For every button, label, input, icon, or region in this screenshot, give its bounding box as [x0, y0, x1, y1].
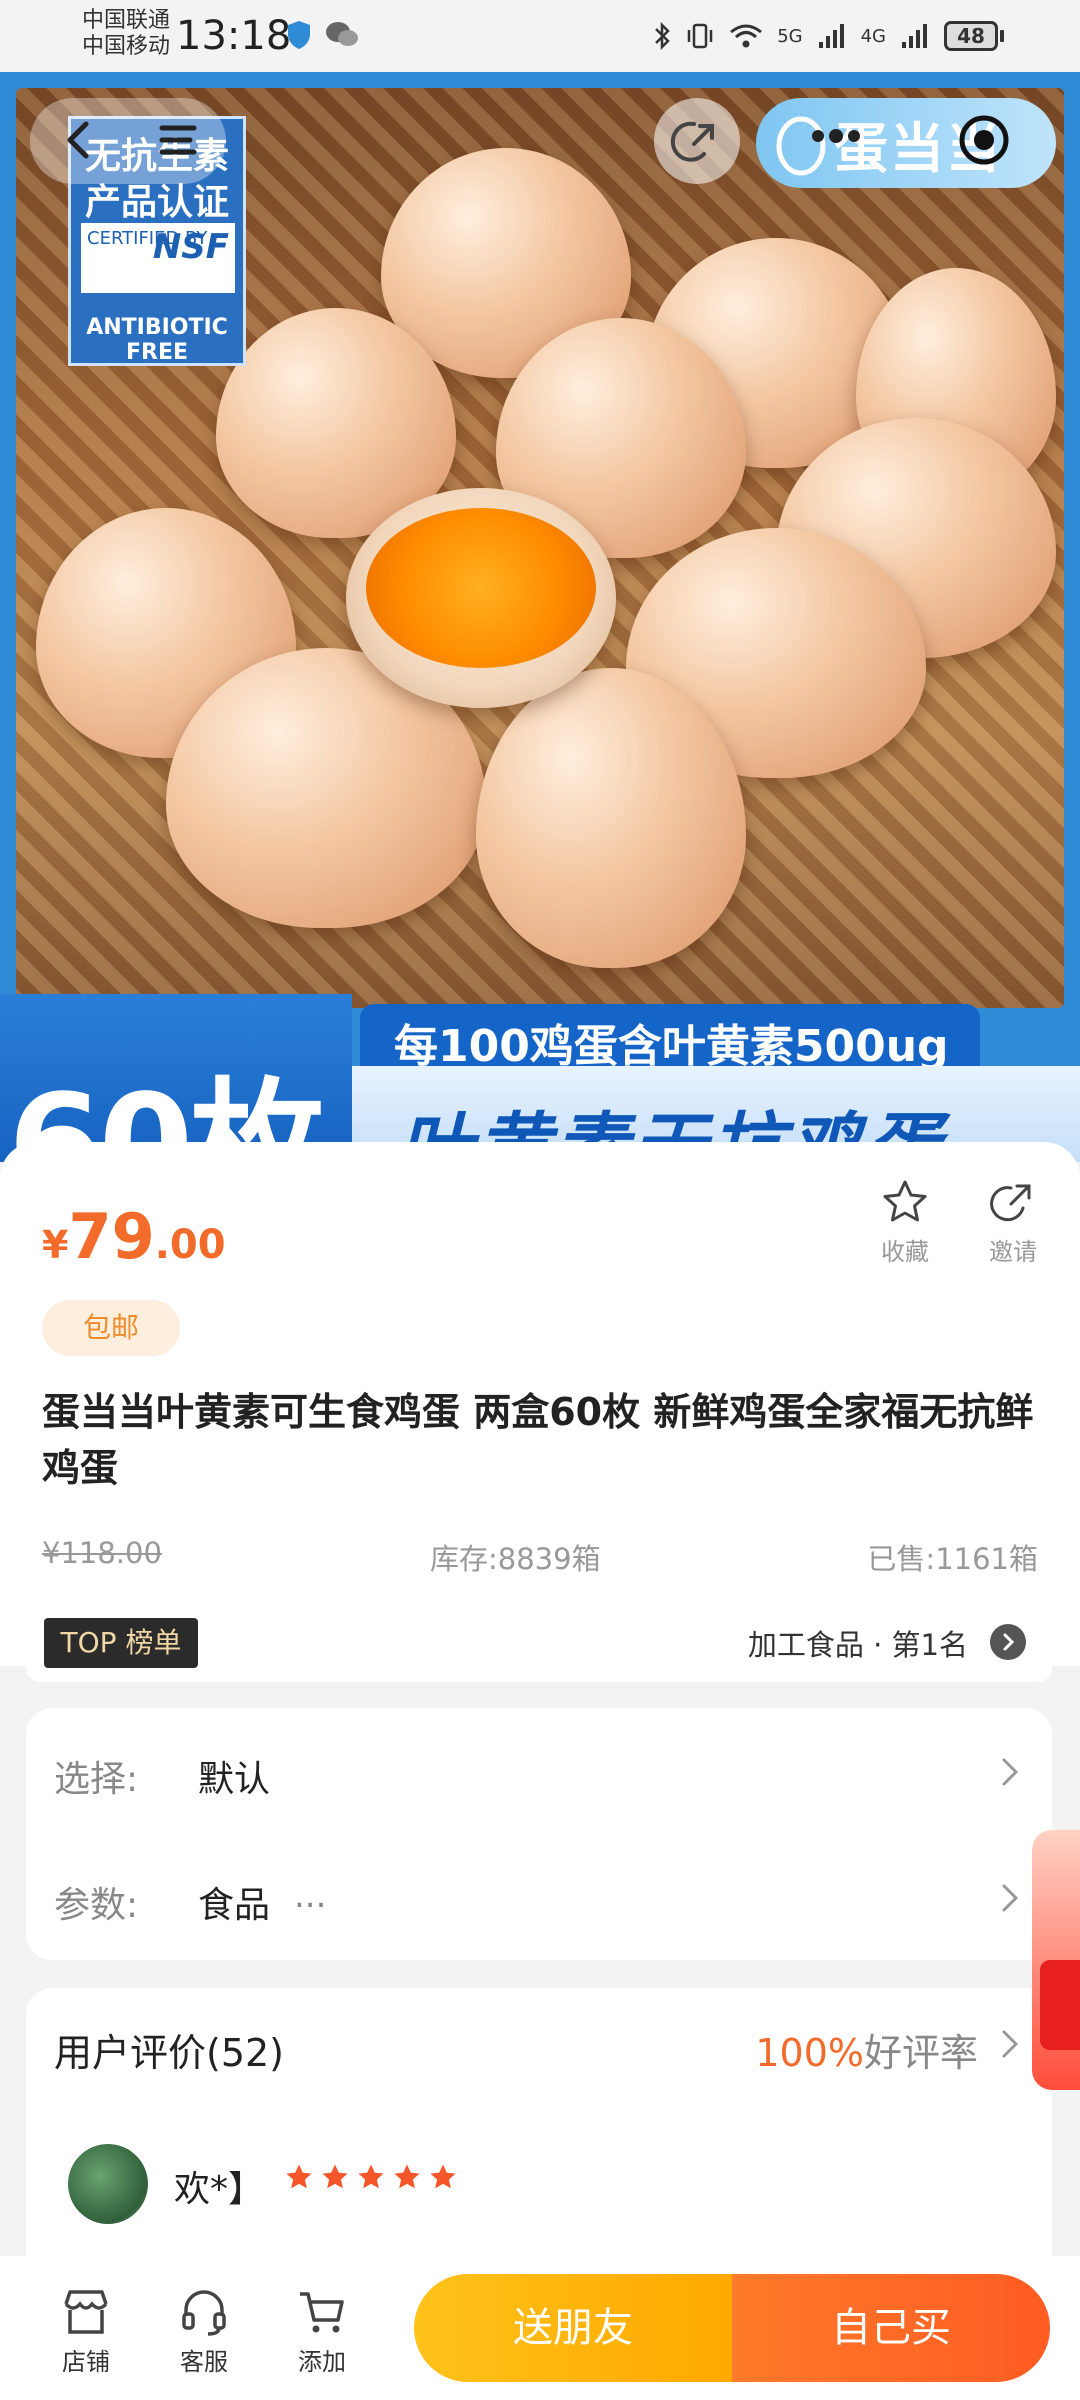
product-detail-page: 中国联通 中国移动 13:18 5G 4G 48 无抗生素 产品认证 CERTI…: [0, 0, 1080, 2400]
add-to-cart-button[interactable]: 添加: [272, 2286, 372, 2377]
status-bar: 中国联通 中国移动 13:18 5G 4G 48: [0, 0, 1080, 72]
free-shipping-tag: 包邮: [42, 1300, 180, 1356]
red-packet-float-button[interactable]: [1032, 1830, 1080, 2090]
close-miniprogram-button[interactable]: [956, 112, 1012, 168]
original-price: ¥118.00: [42, 1536, 162, 1570]
star-outline-icon: [883, 1180, 927, 1222]
cart-icon: [300, 2292, 344, 2333]
add-label: 添加: [298, 2348, 346, 2376]
ranking-bar[interactable]: TOP 榜单 加工食品 · 第1名: [26, 1604, 1052, 1682]
product-image-carousel[interactable]: 无抗生素 产品认证 CERTIFIED BY NSF ANTIBIOTIC FR…: [0, 72, 1080, 1162]
share-icon: [990, 1184, 1031, 1222]
vibrate-icon: [687, 23, 713, 49]
favorite-button[interactable]: 收藏: [860, 1178, 950, 1267]
nsf-box: CERTIFIED BY NSF: [81, 223, 235, 293]
product-photo: 无抗生素 产品认证 CERTIFIED BY NSF ANTIBIOTIC FR…: [16, 88, 1064, 1008]
star-icon: [322, 2164, 348, 2189]
chevron-right-icon: [1002, 2030, 1019, 2058]
egg-yolk: [366, 508, 596, 668]
reviews-title: 用户评价(52): [54, 2031, 285, 2075]
wifi-icon: [730, 24, 763, 48]
spec-select-value: 默认: [198, 1759, 271, 1800]
options-card: 选择: 默认 参数: 食品 ...: [26, 1708, 1052, 1960]
params-value: 食品: [198, 1885, 271, 1926]
params-row[interactable]: 参数: 食品 ...: [54, 1858, 1024, 1938]
spec-select-row[interactable]: 选择: 默认: [54, 1732, 1024, 1812]
reviews-card[interactable]: 用户评价(52) 100%好评率 欢*】: [26, 1988, 1052, 2288]
battery-level: 48: [944, 21, 998, 51]
network-4g-label: 4G: [860, 25, 886, 47]
avatar: [68, 2144, 148, 2224]
gift-to-friend-button[interactable]: 送朋友: [414, 2274, 732, 2382]
stock-count: 库存:8839箱: [430, 1542, 601, 1576]
star-icon: [430, 2164, 456, 2189]
params-key: 参数:: [54, 1885, 139, 1926]
badge-line-3: ANTIBIOTIC FREE: [86, 315, 228, 365]
chevron-right-icon: [1002, 1758, 1019, 1786]
shield-icon: [288, 21, 310, 49]
price-decimal: .00: [154, 1222, 226, 1268]
price-integer: 79: [68, 1200, 155, 1273]
store-icon: [64, 2290, 108, 2334]
params-more: ...: [294, 1876, 327, 1916]
back-button[interactable]: [52, 112, 108, 168]
status-icons: 5G 4G 48: [653, 18, 1004, 54]
sold-count: 已售:1161箱: [867, 1542, 1038, 1576]
carrier-1: 中国联通: [82, 8, 171, 33]
shop-label: 店铺: [62, 2348, 110, 2376]
positive-rate-percent: 100%: [755, 2031, 864, 2075]
headset-icon: [182, 2290, 226, 2336]
more-options-button[interactable]: [806, 126, 866, 146]
ranking-arrow: [990, 1624, 1026, 1660]
carrier-labels: 中国联通 中国移动: [82, 8, 170, 60]
share-icon: [670, 121, 714, 162]
share-button[interactable]: [654, 98, 740, 184]
customer-service-button[interactable]: 客服: [154, 2286, 254, 2377]
star-icon: [358, 2164, 384, 2189]
product-price: ¥79.00: [42, 1200, 226, 1273]
star-icon: [394, 2164, 420, 2189]
invite-label: 邀请: [989, 1238, 1037, 1266]
battery-icon: 48: [944, 21, 1004, 51]
positive-rate: 100%好评率: [755, 2022, 978, 2077]
positive-rate-label: 好评率: [863, 2031, 978, 2075]
wechat-icon: [326, 22, 358, 46]
bluetooth-icon: [655, 21, 670, 51]
carrier-2: 中国移动: [82, 34, 171, 59]
product-title: 蛋当当叶黄素可生食鸡蛋 两盒60枚 新鲜鸡蛋全家福无抗鲜鸡蛋: [42, 1390, 1034, 1490]
star-icon: [286, 2164, 312, 2189]
badge-nsf: NSF: [152, 227, 229, 267]
price-symbol: ¥: [42, 1223, 69, 1267]
buy-for-self-button[interactable]: 自己买: [732, 2274, 1050, 2382]
menu-button[interactable]: [150, 112, 206, 168]
red-envelope-icon: [1040, 1960, 1080, 2050]
shop-button[interactable]: 店铺: [36, 2286, 136, 2377]
service-label: 客服: [180, 2348, 228, 2376]
top-ranking-tag: TOP 榜单: [44, 1618, 198, 1668]
banner-count: 60枚: [0, 994, 352, 1162]
ranking-text: 加工食品 · 第1名: [747, 1628, 968, 1662]
chevron-right-icon: [1003, 1633, 1015, 1651]
spec-select-key: 选择:: [54, 1759, 139, 1800]
clock: 13:18: [176, 13, 292, 59]
review-username: 欢*】: [174, 2169, 265, 2210]
review-rating-stars: [284, 2162, 458, 2192]
banner-subtitle-text: 每100鸡蛋含叶黄素500ug: [394, 1021, 949, 1072]
banner-subtitle: 每100鸡蛋含叶黄素500ug: [360, 1004, 980, 1072]
chevron-right-icon: [1002, 1884, 1019, 1912]
network-5g-label: 5G: [777, 25, 803, 47]
invite-button[interactable]: 邀请: [968, 1178, 1058, 1267]
signal-icon-2: [902, 24, 927, 48]
signal-icon: [818, 24, 844, 48]
favorite-label: 收藏: [881, 1238, 929, 1266]
